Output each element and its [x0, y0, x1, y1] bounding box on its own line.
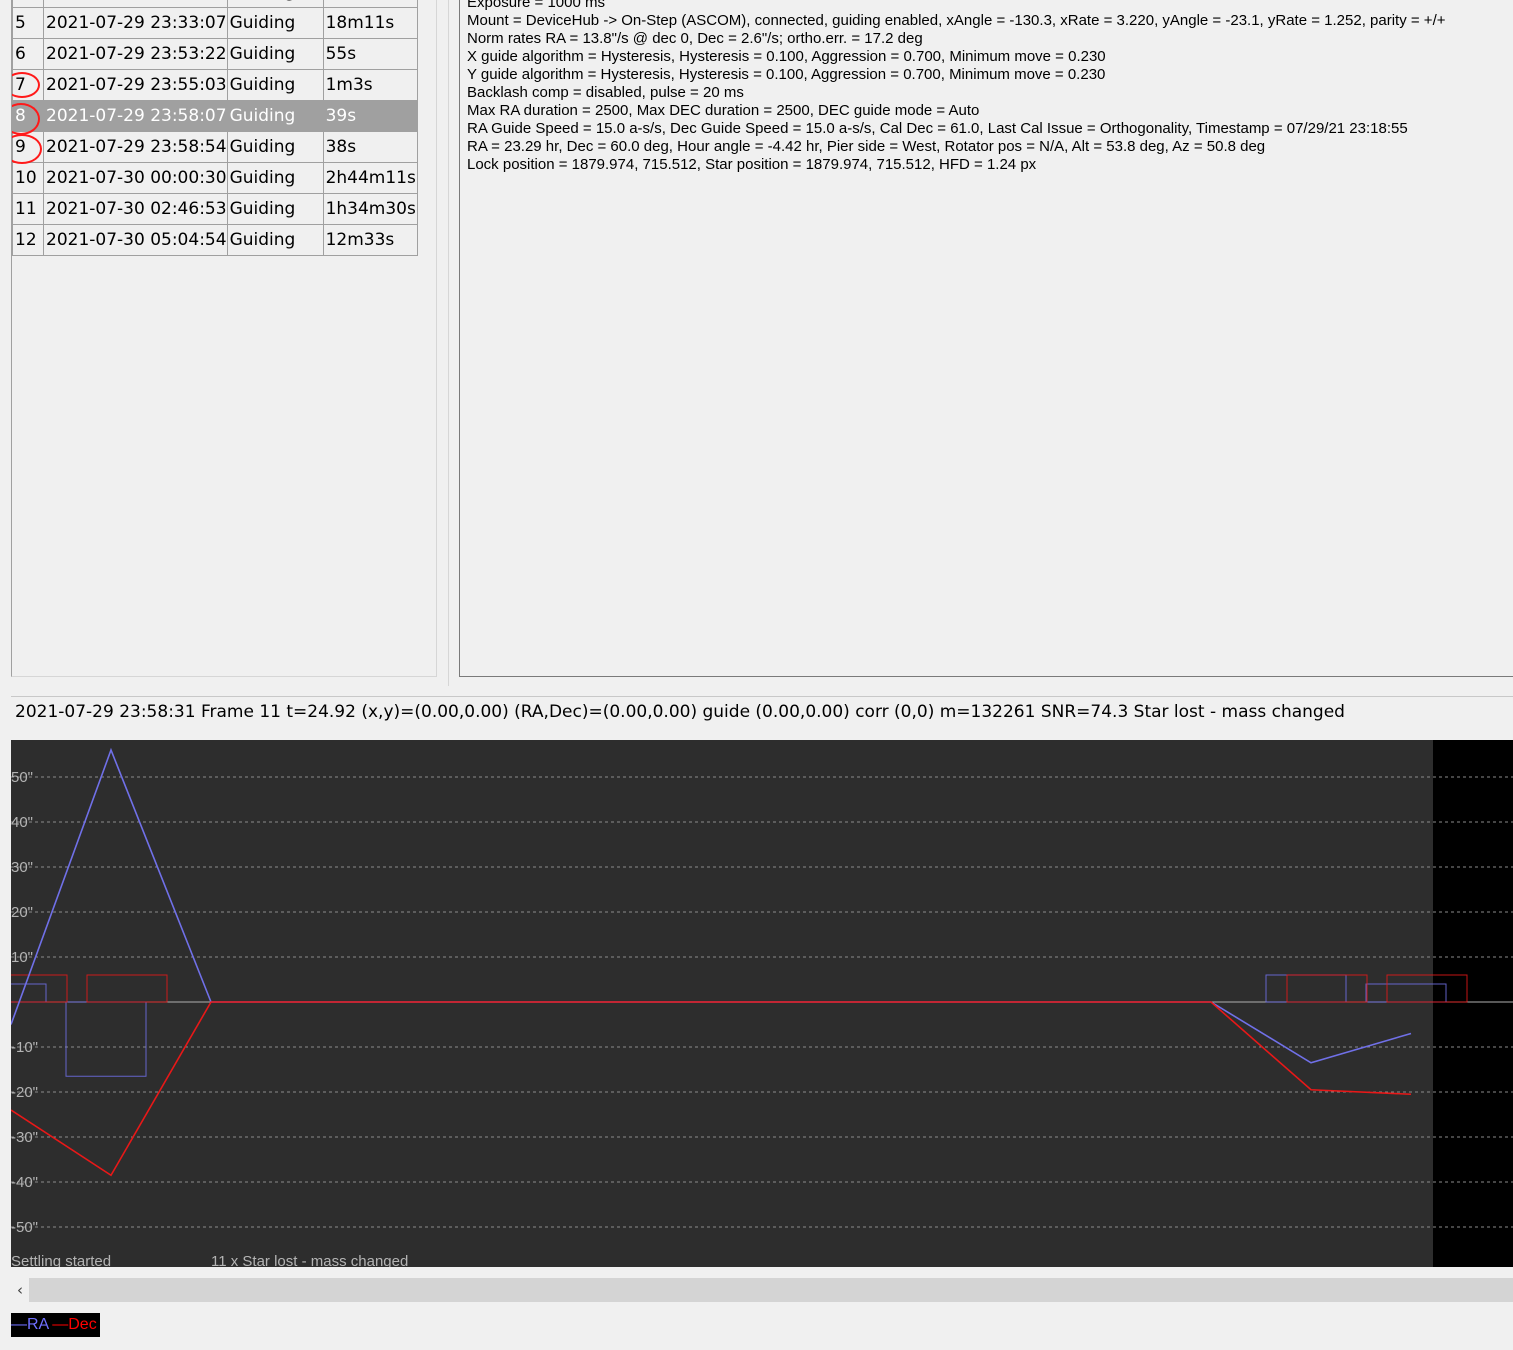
session-start-cell: 2021-07-29 23:33:07	[43, 7, 228, 39]
session-row[interactable]: Guiding	[12, 0, 418, 8]
session-type-cell: Guiding	[226, 224, 324, 256]
session-num-cell: 6	[12, 38, 44, 70]
session-info-text: Exposure = 1000 ms Mount = DeviceHub -> O…	[467, 0, 1446, 174]
session-duration-cell: 1h34m30s	[322, 193, 418, 225]
session-type-cell: Guiding	[226, 0, 324, 8]
y-tick-label: -50"	[11, 1219, 38, 1236]
session-duration-cell: 55s	[322, 38, 418, 70]
session-duration-cell	[322, 0, 418, 8]
session-duration-cell: 18m11s	[322, 7, 418, 39]
y-tick-label: 50"	[11, 769, 33, 786]
session-start-cell: 2021-07-29 23:58:07	[43, 100, 228, 132]
event-label: Settling started	[11, 1253, 111, 1267]
session-num-cell: 5	[12, 7, 44, 39]
session-duration-cell: 38s	[322, 131, 418, 163]
panel-splitter[interactable]	[448, 0, 449, 686]
graph-background	[11, 740, 1433, 1267]
session-start-cell	[43, 0, 228, 8]
session-num-cell: 7	[12, 69, 44, 101]
session-type-cell: Guiding	[226, 7, 324, 39]
session-row[interactable]: 7 2021-07-29 23:55:03 Guiding 1m3s	[12, 69, 418, 101]
horizontal-scrollbar[interactable]: ‹	[11, 1278, 1513, 1302]
info-line: Backlash comp = disabled, pulse = 20 ms	[467, 84, 744, 101]
frame-status-line: 2021-07-29 23:58:31 Frame 11 t=24.92 (x,…	[15, 702, 1345, 722]
session-type-cell: Guiding	[226, 193, 324, 225]
info-line: RA = 23.29 hr, Dec = 60.0 deg, Hour angl…	[467, 138, 1266, 155]
y-tick-label: 20"	[11, 904, 33, 921]
session-num-cell: 11	[12, 193, 44, 225]
info-line: Mount = DeviceHub -> On-Step (ASCOM), co…	[467, 12, 1446, 29]
session-duration-cell: 39s	[322, 100, 418, 132]
guide-graph[interactable]: 50" 40" 30" 20" 10" -10" -20" -30" -40" -50" Settl…	[11, 740, 1513, 1267]
session-num-cell: 8	[12, 100, 44, 132]
session-info-panel: Exposure = 1000 ms Mount = DeviceHub -> O…	[459, 0, 1513, 677]
session-num-cell: 10	[12, 162, 44, 194]
y-tick-label: 10"	[11, 949, 33, 966]
status-separator	[11, 696, 1513, 697]
info-line: Exposure = 1000 ms	[467, 0, 605, 11]
session-num-cell: 9	[12, 131, 44, 163]
session-start-cell: 2021-07-30 05:04:54	[43, 224, 228, 256]
session-duration-cell: 1m3s	[322, 69, 418, 101]
y-tick-label: -20"	[11, 1084, 38, 1101]
session-type-cell: Guiding	[226, 131, 324, 163]
session-start-cell: 2021-07-29 23:53:22	[43, 38, 228, 70]
event-label: 11 x Star lost - mass changed	[211, 1253, 408, 1267]
info-line: Max RA duration = 2500, Max DEC duration…	[467, 102, 980, 119]
legend-ra: —RA	[11, 1316, 50, 1333]
y-tick-label: -10"	[11, 1039, 38, 1056]
session-table: Guiding52021-07-29 23:33:07Guiding18m11s…	[12, 0, 418, 256]
session-type-cell: Guiding	[226, 38, 324, 70]
session-row[interactable]: 10 2021-07-30 00:00:30 Guiding 2h44m11s	[12, 162, 418, 194]
session-list-panel: Guiding52021-07-29 23:33:07Guiding18m11s…	[11, 0, 437, 677]
graph-legend: —RA —Dec	[11, 1313, 100, 1337]
session-duration-cell: 2h44m11s	[322, 162, 418, 194]
session-type-cell: Guiding	[226, 69, 324, 101]
session-row[interactable]: 12 2021-07-30 05:04:54 Guiding 12m33s	[12, 224, 418, 256]
scroll-left-icon[interactable]: ‹	[11, 1278, 29, 1302]
session-duration-cell: 12m33s	[322, 224, 418, 256]
session-start-cell: 2021-07-30 02:46:53	[43, 193, 228, 225]
session-row[interactable]: 8 2021-07-29 23:58:07 Guiding 39s	[12, 100, 418, 132]
session-row[interactable]: 9 2021-07-29 23:58:54 Guiding 38s	[12, 131, 418, 163]
session-row[interactable]: 6 2021-07-29 23:53:22 Guiding 55s	[12, 38, 418, 70]
y-tick-label: -30"	[11, 1129, 38, 1146]
info-line: RA Guide Speed = 15.0 a-s/s, Dec Guide S…	[467, 120, 1408, 137]
y-tick-label: -40"	[11, 1174, 38, 1191]
legend-dec: —Dec	[52, 1316, 97, 1333]
info-line: Y guide algorithm = Hysteresis, Hysteres…	[467, 66, 1106, 83]
session-start-cell: 2021-07-29 23:58:54	[43, 131, 228, 163]
session-row[interactable]: 5 2021-07-29 23:33:07 Guiding 18m11s	[12, 7, 418, 39]
session-type-cell: Guiding	[226, 100, 324, 132]
session-num-cell	[12, 0, 44, 8]
session-start-cell: 2021-07-29 23:55:03	[43, 69, 228, 101]
info-line: Lock position = 1879.974, 715.512, Star …	[467, 156, 1037, 173]
y-tick-label: 40"	[11, 814, 33, 831]
session-type-cell: Guiding	[226, 162, 324, 194]
session-start-cell: 2021-07-30 00:00:30	[43, 162, 228, 194]
session-row[interactable]: 11 2021-07-30 02:46:53 Guiding 1h34m30s	[12, 193, 418, 225]
info-line: X guide algorithm = Hysteresis, Hysteres…	[467, 48, 1106, 65]
y-tick-label: 30"	[11, 859, 33, 876]
session-num-cell: 12	[12, 224, 44, 256]
info-line: Norm rates RA = 13.8"/s @ dec 0, Dec = 2…	[467, 30, 923, 47]
graph-right-margin	[1433, 740, 1513, 1267]
